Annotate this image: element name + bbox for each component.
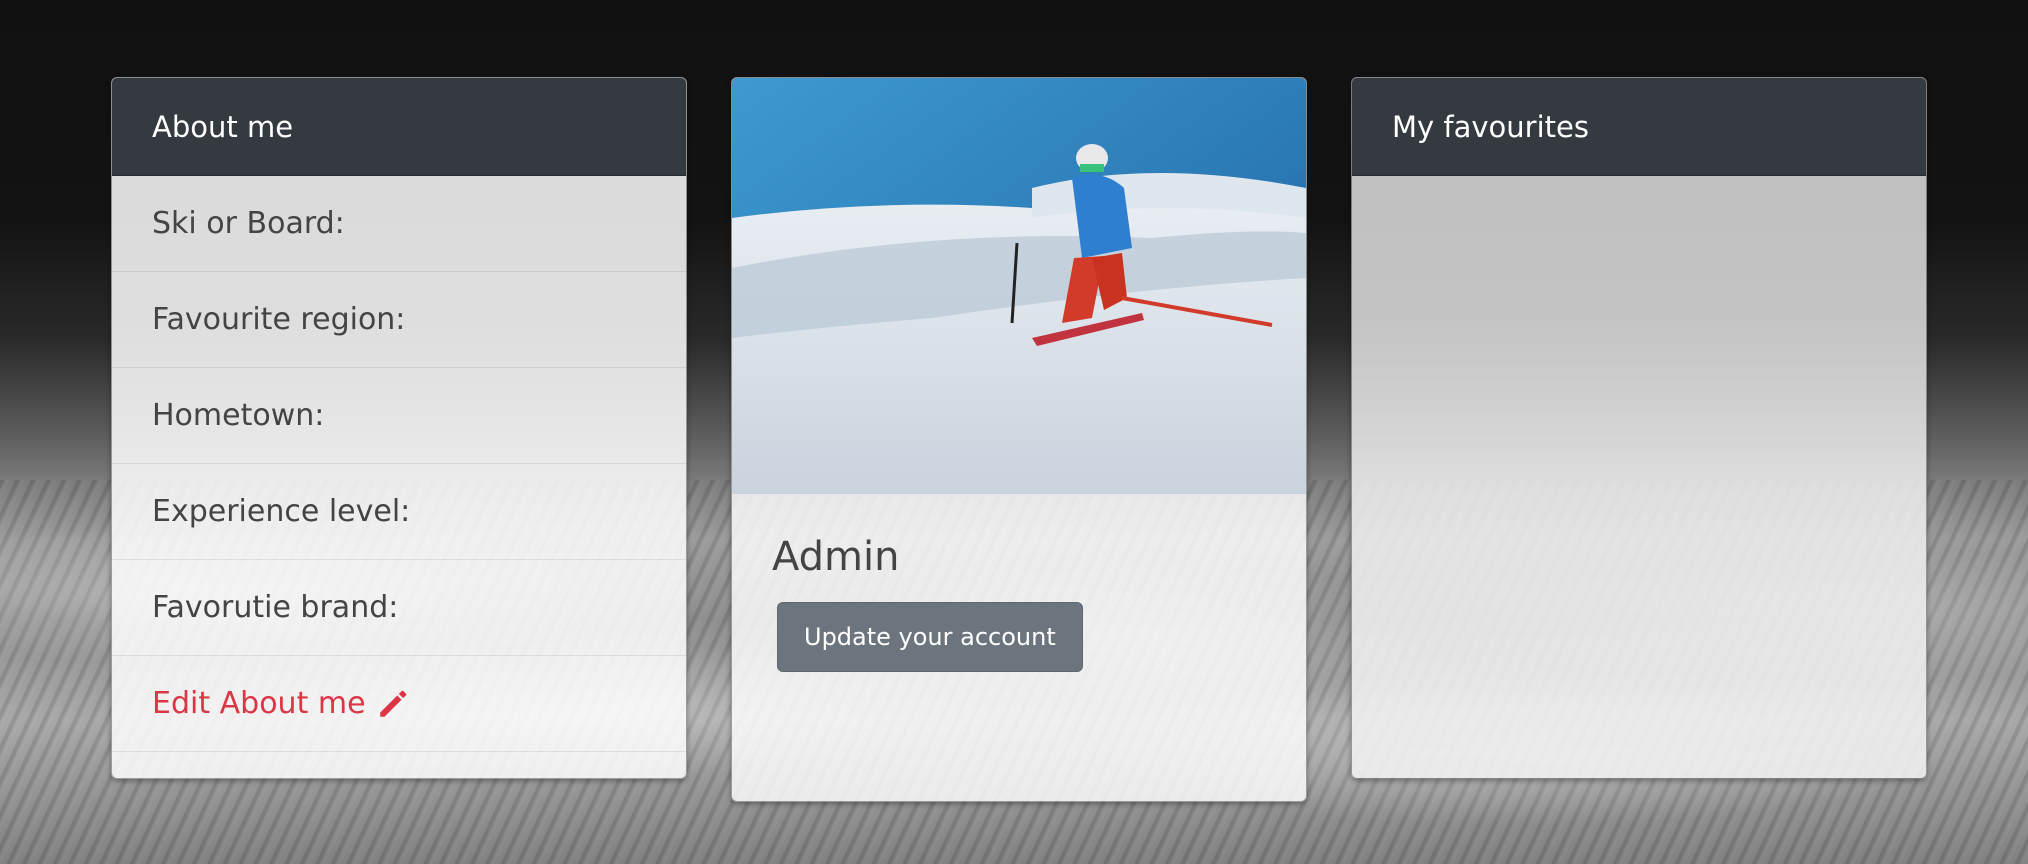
list-item-favourite-region: Favourite region: [112,272,686,368]
favourite-brand-label: Favorutie brand: [152,590,399,625]
about-me-header: About me [112,78,686,176]
list-item-favourite-brand: Favorutie brand: [112,560,686,656]
edit-about-me-link[interactable]: Edit About me [112,656,686,752]
favourite-region-label: Favourite region: [152,302,406,337]
edit-about-me-label: Edit About me [152,686,366,721]
list-item-experience-level: Experience level: [112,464,686,560]
favourites-title: My favourites [1392,109,1589,144]
ski-or-board-label: Ski or Board: [152,206,345,241]
list-item-ski-or-board: Ski or Board: [112,176,686,272]
hometown-label: Hometown: [152,398,325,433]
about-me-title: About me [152,109,294,144]
favourites-header: My favourites [1352,78,1926,176]
pencil-icon [379,690,406,717]
update-account-button[interactable]: Update your account [777,602,1083,672]
profile-card: Admin Update your account [731,77,1307,802]
profile-body: Admin Update your account [732,494,1306,672]
favourites-card: My favourites [1351,77,1927,779]
about-me-card: About me Ski or Board: Favourite region:… [111,77,687,779]
list-item-hometown: Hometown: [112,368,686,464]
username: Admin [772,534,900,580]
skier-photo [732,78,1306,494]
experience-level-label: Experience level: [152,494,411,529]
